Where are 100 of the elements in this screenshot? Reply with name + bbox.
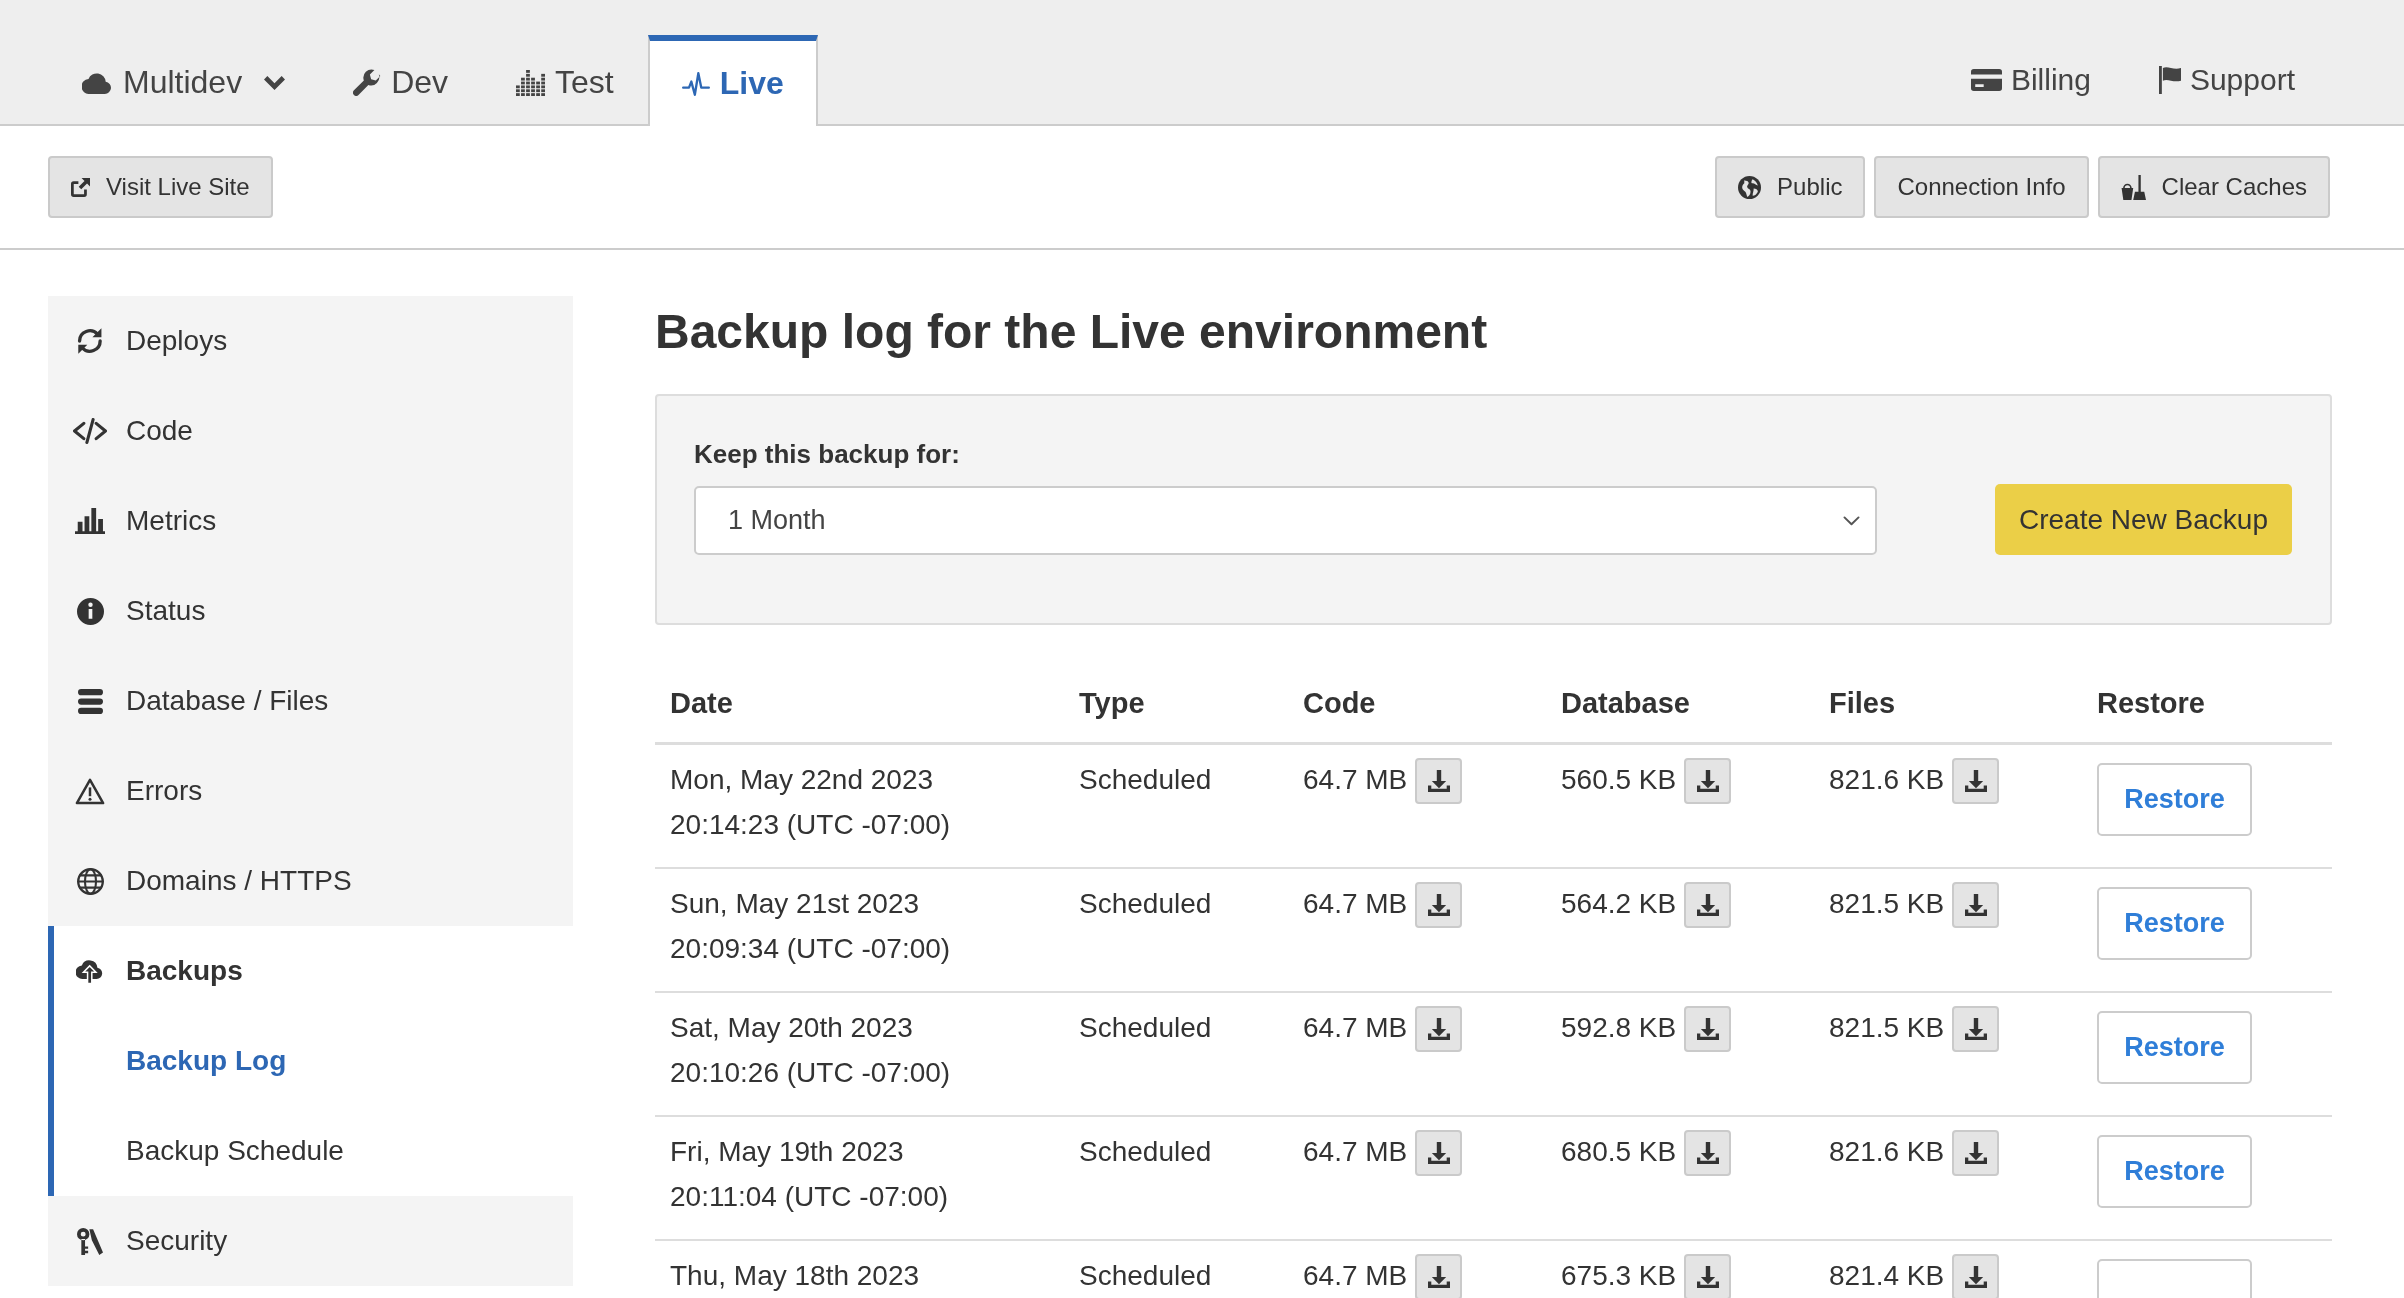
key-icon <box>77 1227 103 1255</box>
column-header: Restore <box>2097 687 2205 720</box>
download-button[interactable] <box>1415 758 1463 804</box>
sidebar-item[interactable]: Errors <box>48 746 573 836</box>
create-backup-button[interactable]: Create New Backup <box>1995 484 2292 555</box>
size-text: 64.7 MB <box>1303 887 1408 921</box>
download-button[interactable] <box>1684 882 1732 928</box>
date-text: Fri, May 19th 2023 <box>670 1135 904 1169</box>
download-icon <box>1696 894 1719 916</box>
environment-tab[interactable]: Test <box>482 35 648 124</box>
time-text: 20:14:23 (UTC -07:00) <box>670 808 951 842</box>
code-icon <box>73 418 107 444</box>
pulse-icon <box>681 71 710 96</box>
environment-tab[interactable]: Dev <box>319 35 483 124</box>
toolbar-button[interactable]: Public <box>1715 156 1866 218</box>
toolbar-button[interactable]: Connection Info <box>1874 156 2089 218</box>
download-button[interactable] <box>1415 882 1463 928</box>
restore-button[interactable]: Restore <box>2097 1011 2252 1084</box>
toolbar-button[interactable]: Visit Live Site <box>48 156 273 218</box>
toolbar-button[interactable]: Clear Caches <box>2097 156 2330 218</box>
date-text: Sun, May 21st 2023 <box>670 887 920 921</box>
column-header: Type <box>1079 687 1145 720</box>
download-button[interactable] <box>1684 758 1732 804</box>
size-text: 564.2 KB <box>1561 887 1677 921</box>
sidebar-item[interactable]: Metrics <box>48 476 573 566</box>
download-icon <box>1696 1266 1719 1288</box>
size-text: 64.7 MB <box>1303 1135 1408 1169</box>
download-button[interactable] <box>1952 1254 2000 1298</box>
header-link[interactable]: Support <box>2124 62 2329 97</box>
sidebar-item[interactable]: Security <box>48 1196 573 1286</box>
flag-icon <box>2158 65 2181 94</box>
date-text: Mon, May 22nd 2023 <box>670 763 934 797</box>
download-icon <box>1964 770 1987 792</box>
column-header: Database <box>1561 687 1690 720</box>
download-button[interactable] <box>1952 882 2000 928</box>
sidebar-item[interactable]: Database / Files <box>48 656 573 746</box>
download-button[interactable] <box>1952 1130 2000 1176</box>
download-button[interactable] <box>1952 758 2000 804</box>
type-text: Scheduled <box>1079 1136 1212 1167</box>
equalizer-icon <box>516 69 546 96</box>
globe-icon <box>1738 175 1762 199</box>
external-link-icon <box>71 177 90 197</box>
size-text: 821.6 KB <box>1829 1135 1945 1169</box>
restore-button[interactable]: Restore <box>2097 1135 2252 1208</box>
refresh-icon <box>76 327 104 355</box>
download-icon <box>1964 894 1987 916</box>
type-text: Scheduled <box>1079 1260 1212 1291</box>
size-text: 64.7 MB <box>1303 1011 1408 1045</box>
type-text: Scheduled <box>1079 1012 1212 1043</box>
download-icon <box>1964 1018 1987 1040</box>
cloud-icon <box>82 71 113 94</box>
retention-select[interactable]: 1 Month <box>694 486 1877 555</box>
column-header: Files <box>1829 687 1896 720</box>
download-icon <box>1696 1142 1719 1164</box>
time-text: 20:10:26 (UTC -07:00) <box>670 1056 951 1090</box>
size-text: 680.5 KB <box>1561 1135 1677 1169</box>
sidebar-item[interactable]: Status <box>48 566 573 656</box>
download-button[interactable] <box>1684 1254 1732 1298</box>
header-link[interactable]: Billing <box>1936 62 2125 97</box>
globe-icon <box>76 867 104 895</box>
download-icon <box>1696 1018 1719 1040</box>
type-text: Scheduled <box>1079 888 1212 919</box>
download-icon <box>1427 770 1450 792</box>
sidebar-item[interactable]: Code <box>48 386 573 476</box>
cloud-upload-icon <box>76 958 104 984</box>
size-text: 821.4 KB <box>1829 1259 1945 1293</box>
info-icon <box>76 597 104 625</box>
download-button[interactable] <box>1415 1006 1463 1052</box>
sidebar-item[interactable]: Domains / HTTPS <box>48 836 573 926</box>
download-button[interactable] <box>1415 1130 1463 1176</box>
size-text: 821.6 KB <box>1829 763 1945 797</box>
field-label: Keep this backup for: <box>694 439 960 469</box>
download-button[interactable] <box>1415 1254 1463 1298</box>
download-button[interactable] <box>1952 1006 2000 1052</box>
restore-button[interactable]: Restore <box>2097 763 2252 836</box>
size-text: 821.5 KB <box>1829 1011 1945 1045</box>
database-icon <box>77 688 103 714</box>
download-icon <box>1427 1018 1450 1040</box>
size-text: 675.3 KB <box>1561 1259 1677 1293</box>
size-text: 821.5 KB <box>1829 887 1945 921</box>
size-text: 64.7 MB <box>1303 763 1408 797</box>
type-text: Scheduled <box>1079 764 1212 795</box>
sidebar-item[interactable]: Deploys <box>48 296 573 386</box>
bar-chart-icon <box>75 508 105 534</box>
environment-tab[interactable]: Live <box>647 35 818 126</box>
date-text: Thu, May 18th 2023 <box>670 1259 920 1293</box>
date-text: Sat, May 20th 2023 <box>670 1011 913 1045</box>
chevron-down-icon <box>1843 515 1860 526</box>
download-icon <box>1696 770 1719 792</box>
time-text: 20:09:34 (UTC -07:00) <box>670 932 951 966</box>
column-header: Date <box>670 687 733 720</box>
size-text: 64.7 MB <box>1303 1259 1408 1293</box>
credit-card-icon <box>1970 68 2002 91</box>
download-button[interactable] <box>1684 1006 1732 1052</box>
environment-tab[interactable]: Multidev <box>48 35 320 124</box>
download-button[interactable] <box>1684 1130 1732 1176</box>
download-icon <box>1427 1266 1450 1288</box>
download-icon <box>1427 1142 1450 1164</box>
restore-button[interactable]: Restore <box>2097 887 2252 960</box>
size-text: 560.5 KB <box>1561 763 1677 797</box>
